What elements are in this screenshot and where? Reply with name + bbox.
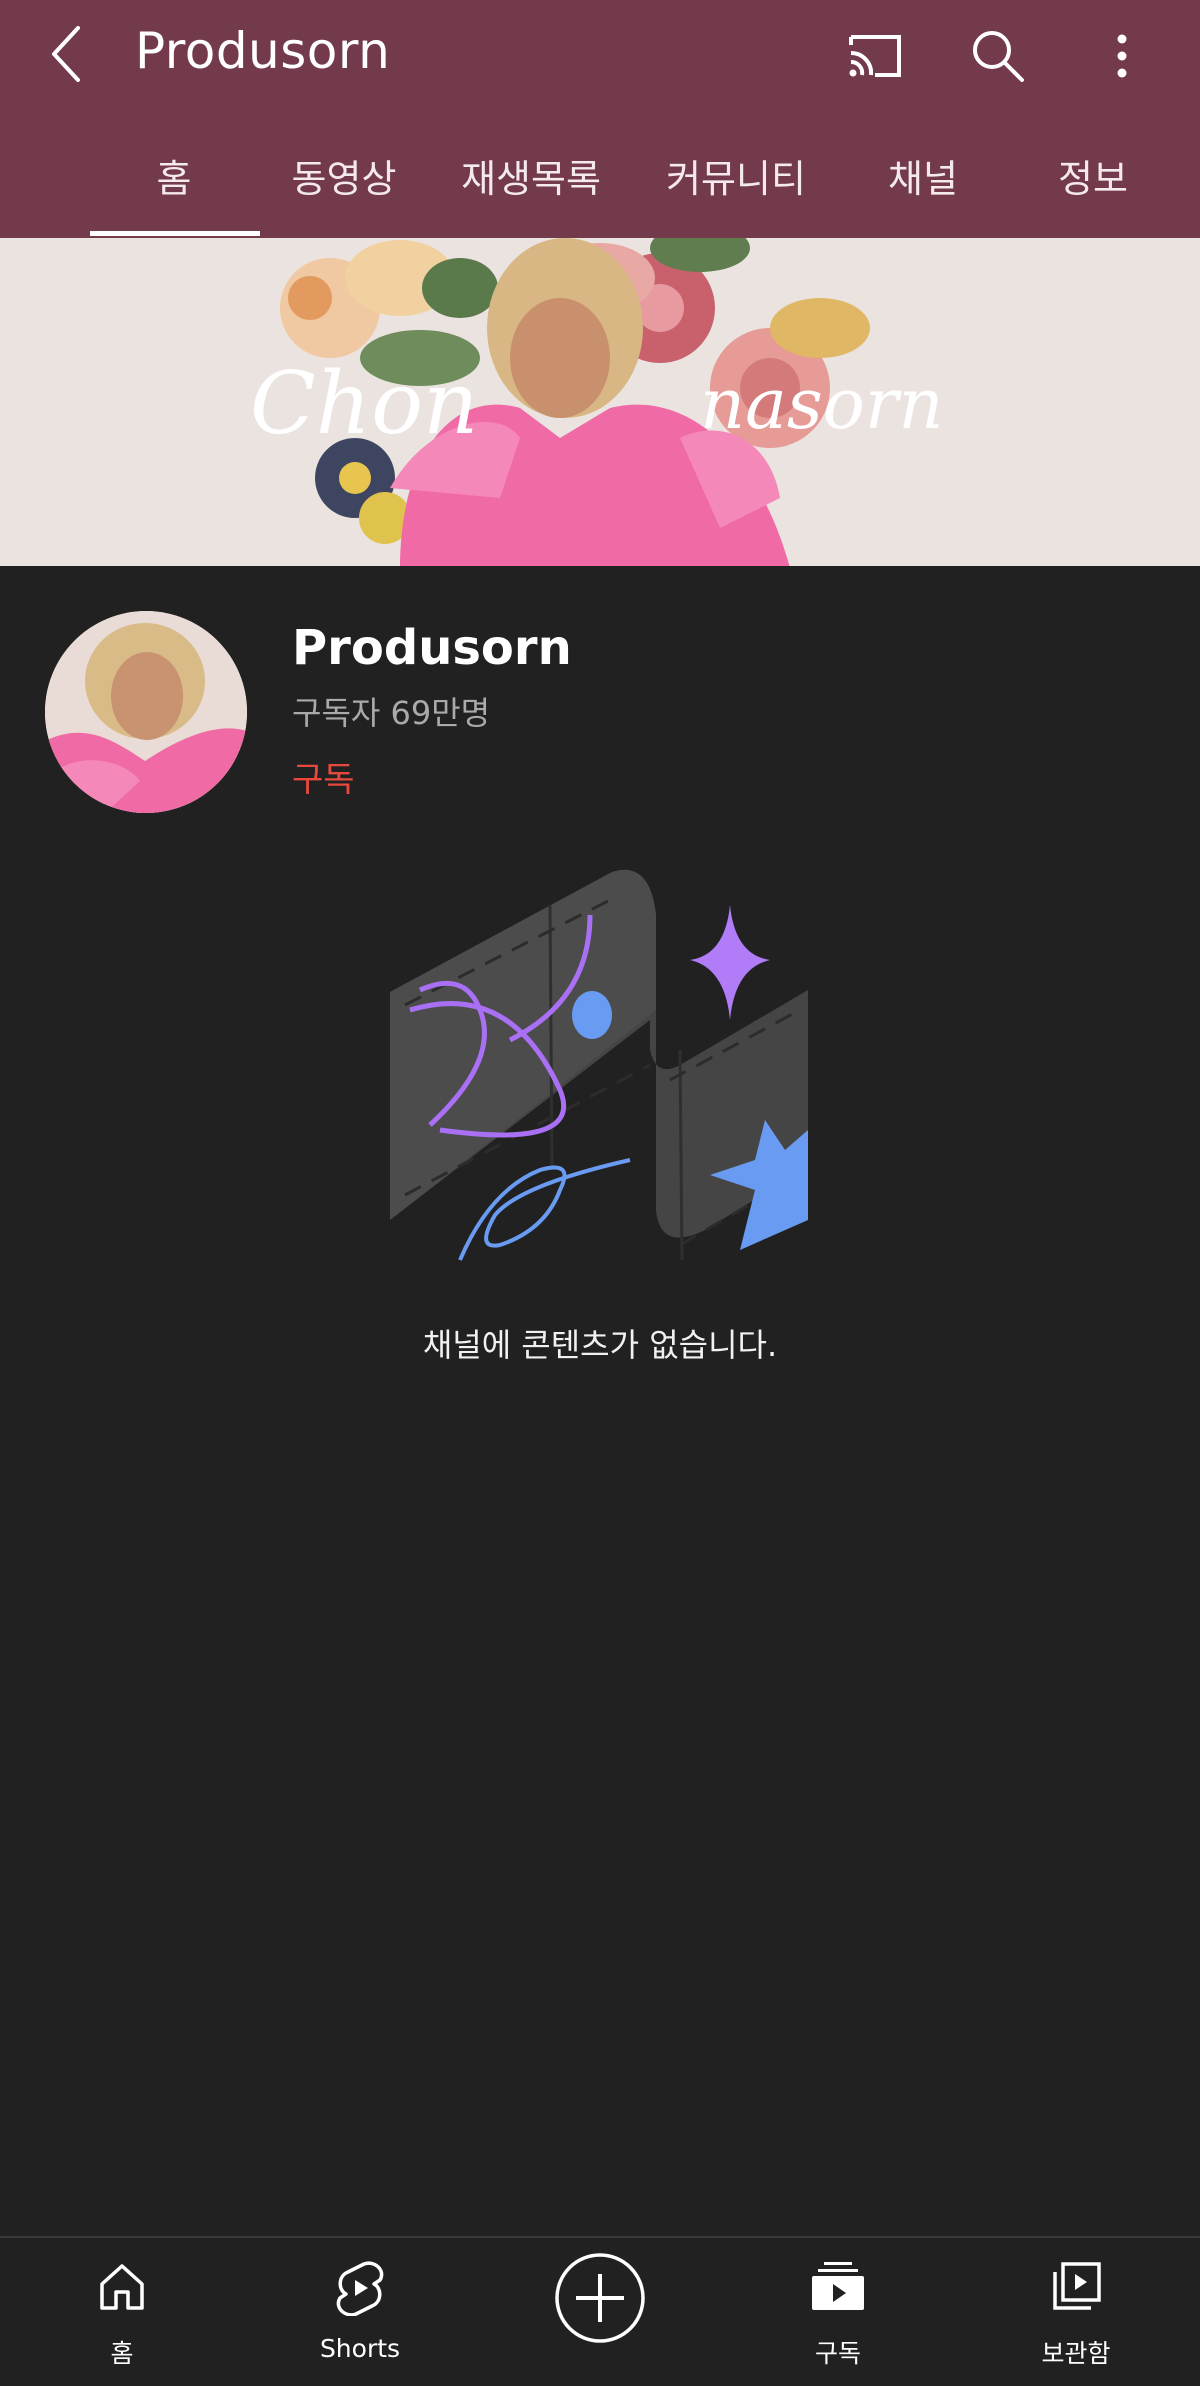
back-arrow-icon (52, 26, 80, 82)
tab-indicator (90, 231, 260, 236)
nav-library[interactable]: 보관함 (986, 2238, 1166, 2386)
banner-text-right: nasorn (700, 363, 943, 445)
nav-home[interactable]: 홈 (32, 2238, 212, 2386)
subscribe-button[interactable]: 구독 (292, 752, 355, 801)
shorts-icon (336, 2261, 384, 2316)
channel-banner: Chon nasorn (0, 238, 1200, 566)
tab-home[interactable]: 홈 (157, 148, 192, 203)
top-bar: Produsorn 홈 동영상 재생목록 커뮤니티 채널 정보 (0, 0, 1200, 238)
nav-shorts[interactable]: Shorts (270, 2238, 450, 2386)
nav-library-label: 보관함 (1041, 2339, 1111, 2368)
page-title: Produsorn (135, 22, 391, 80)
empty-state-illustration (380, 860, 820, 1280)
nav-home-label: 홈 (110, 2339, 134, 2368)
search-icon (973, 31, 1024, 82)
more-vert-icon (1117, 34, 1127, 78)
cast-button[interactable] (839, 20, 911, 92)
app-bar: Produsorn (0, 0, 1200, 108)
avatar-image (45, 611, 247, 813)
tab-channels[interactable]: 채널 (888, 148, 958, 203)
cast-icon (849, 35, 901, 77)
nav-shorts-label: Shorts (319, 2334, 401, 2363)
more-options-button[interactable] (1086, 20, 1158, 92)
nav-subscriptions-label: 구독 (814, 2339, 861, 2368)
subscriber-count: 구독자 69만명 (292, 694, 491, 732)
channel-tabs: 홈 동영상 재생목록 커뮤니티 채널 정보 (0, 134, 1200, 238)
create-plus-icon (555, 2253, 645, 2343)
avatar[interactable] (45, 611, 247, 813)
empty-state-message: 채널에 콘텐츠가 없습니다. (422, 1326, 778, 1364)
tab-videos[interactable]: 동영상 (292, 148, 397, 203)
banner-text-left: Chon (250, 354, 478, 454)
home-icon (100, 2264, 144, 2310)
channel-info: Produsorn 구독자 69만명 구독 (0, 566, 1200, 836)
tab-community[interactable]: 커뮤니티 (666, 148, 806, 203)
channel-name: Produsorn (292, 620, 572, 676)
subscriptions-icon (812, 2262, 864, 2310)
nav-create[interactable] (510, 2238, 690, 2386)
back-button[interactable] (34, 18, 98, 90)
search-button[interactable] (962, 20, 1034, 92)
tab-playlists[interactable]: 재생목록 (461, 148, 601, 203)
library-icon (1053, 2262, 1101, 2310)
nav-subscriptions[interactable]: 구독 (748, 2238, 928, 2386)
tab-about[interactable]: 정보 (1058, 148, 1128, 203)
bottom-navigation: 홈 Shorts 구독 보관함 (0, 2236, 1200, 2386)
banner-artwork: Chon nasorn (0, 238, 1200, 566)
